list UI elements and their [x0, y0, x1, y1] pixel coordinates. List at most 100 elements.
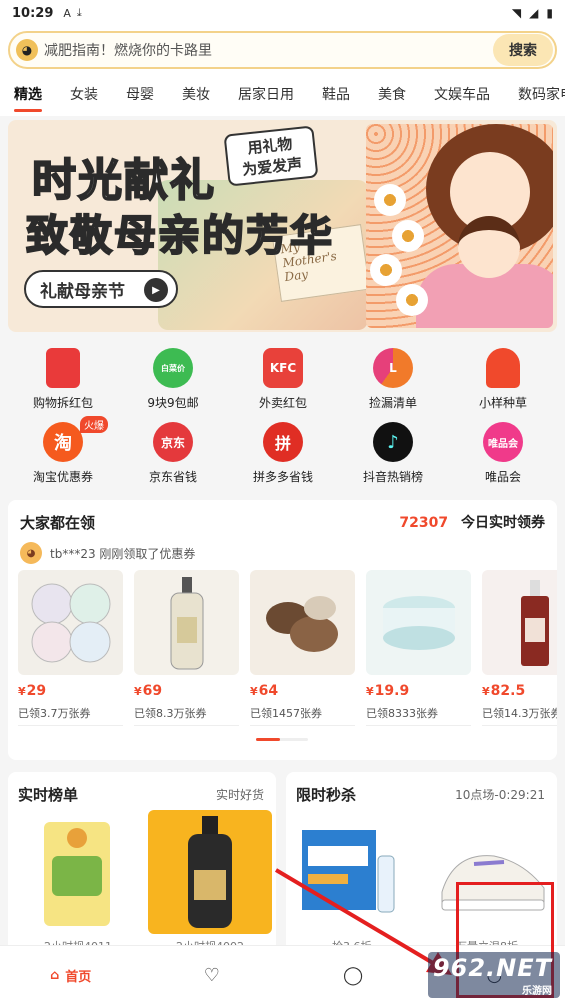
tab-digital[interactable]: 数码家电 — [504, 74, 565, 116]
flash-sale-countdown: 10点场-0:29:21 — [455, 788, 545, 802]
red-envelope-icon — [46, 348, 80, 388]
shortcut-9-9[interactable]: 白菜价 9块9包邮 — [118, 348, 228, 411]
product-price: ¥69 — [134, 683, 163, 699]
tab-women[interactable]: 女装 — [56, 74, 112, 116]
tab-entertainment[interactable]: 文娱车品 — [420, 74, 504, 116]
app-notification-icon: A — [63, 6, 71, 20]
play-icon: ▶ — [144, 278, 168, 302]
promo-banner[interactable]: My Mother's Day 时光献礼 致敬母亲的芳华 用礼物 为爱发声 礼献… — [8, 120, 557, 332]
heart-icon: ♡ — [203, 964, 220, 986]
shortcut-bargain[interactable]: L 捡漏清单 — [338, 348, 448, 411]
carousel-scroll-indicator — [256, 738, 308, 741]
coupon-count-label: 今日实时领券 — [461, 515, 545, 531]
jd-icon: 京东 — [153, 422, 193, 462]
product-carousel: ¥29 已领3.7万张券 ¥69 已领8.3万张券 ¥64 已领1457张券 ¥… — [18, 570, 557, 726]
tab-beauty[interactable]: 美妆 — [168, 74, 224, 116]
product-claimed: 已领8333张券 — [366, 705, 471, 726]
wifi-icon: ◥ — [511, 6, 522, 20]
search-input[interactable]: ◕ 减肥指南！燃烧你的卡路里 搜索 — [8, 31, 557, 69]
product-card[interactable]: ¥19.9 已领8333张券 — [366, 570, 471, 726]
product-image — [366, 570, 471, 675]
product-claimed: 已领8.3万张券 — [134, 705, 239, 726]
pdd-icon: 拼 — [263, 422, 303, 462]
tab-shoes[interactable]: 鞋品 — [308, 74, 364, 116]
home-icon: ⌂ — [49, 967, 60, 983]
shortcut-label: 捡漏清单 — [368, 396, 417, 410]
product-claimed: 已领1457张券 — [250, 705, 355, 726]
search-button[interactable]: 搜索 — [493, 34, 553, 66]
banner-tag: 用礼物 为爱发声 — [223, 125, 319, 187]
shortcut-label: 京东省钱 — [148, 470, 197, 484]
coupon-count: 72307 今日实时领券 — [399, 512, 545, 532]
product-price: ¥64 — [250, 683, 279, 699]
tab-food[interactable]: 美食 — [364, 74, 420, 116]
product-card[interactable]: ¥82.5 已领14.3万张券 — [482, 570, 557, 726]
shortcut-label: 购物拆红包 — [32, 396, 93, 410]
mushroom-icon — [486, 348, 520, 388]
shortcut-red-envelope[interactable]: 购物拆红包 — [8, 348, 118, 411]
coupon-section: 大家都在领 72307 今日实时领券 ◕ tb***23 刚刚领取了优惠券 ¥2… — [8, 500, 557, 760]
product-price: ¥29 — [18, 683, 47, 699]
search-icon: ◯ — [343, 964, 364, 986]
product-card[interactable]: ¥64 已领1457张券 — [250, 570, 355, 726]
coupon-count-number: 72307 — [399, 515, 449, 531]
ranking-subtitle: 实时好货 — [215, 788, 264, 802]
product-image — [18, 570, 123, 675]
umbrella-icon: 白菜价 — [153, 348, 193, 388]
flash-sale-title: 限时秒杀 — [296, 786, 357, 804]
shortcut-vip[interactable]: 唯品会 唯品会 — [448, 422, 558, 485]
product-price: ¥19.9 — [366, 683, 410, 699]
banner-cta-button[interactable]: 礼献母亲节 ▶ — [24, 270, 178, 308]
ranking-title: 实时榜单 — [18, 786, 79, 804]
taobao-icon: 淘 — [43, 422, 83, 462]
tab-featured[interactable]: 精选 — [0, 74, 56, 116]
product-image — [134, 570, 239, 675]
watermark-subtext: 乐游网 — [522, 985, 552, 997]
coupon-section-title: 大家都在领 — [20, 514, 96, 532]
product-card[interactable]: ¥29 已领3.7万张券 — [18, 570, 123, 726]
ticker-text: tb***23 刚刚领取了优惠券 — [50, 546, 196, 561]
ranking-product-image — [22, 816, 132, 932]
banner-subtitle: 致敬母亲的芳华 — [25, 210, 335, 261]
tab-home[interactable]: 居家日用 — [224, 74, 308, 116]
hot-badge: 火爆 — [80, 416, 108, 433]
product-image — [482, 570, 557, 675]
shortcut-takeout[interactable]: KFC 外卖红包 — [228, 348, 338, 411]
shortcut-taobao[interactable]: 火爆 淘 淘宝优惠券 — [8, 416, 118, 485]
nav-favorites[interactable]: ♡ — [141, 965, 282, 986]
product-image — [250, 570, 355, 675]
shortcut-label: 抖音热销榜 — [362, 470, 423, 484]
douyin-icon: ♪ — [373, 422, 413, 462]
signal-icon: ◢ — [529, 6, 539, 20]
status-bar: 10:29 A ⤓ ◥ ◢ ▮ — [0, 0, 565, 26]
search-bar: ◕ 减肥指南！燃烧你的卡路里 搜索 — [0, 26, 565, 74]
status-time: 10:29 — [12, 5, 54, 21]
kfc-icon: KFC — [263, 348, 303, 388]
site-watermark: 962.NET 乐游网 — [428, 952, 560, 998]
mother-child-illustration — [366, 124, 553, 328]
nav-discover[interactable]: ◯ — [283, 965, 424, 986]
product-card[interactable]: ¥69 已领8.3万张券 — [134, 570, 239, 726]
shortcut-grid: 购物拆红包 白菜价 9块9包邮 KFC 外卖红包 L 捡漏清单 小样种草 火爆 … — [8, 340, 557, 492]
shortcut-jd[interactable]: 京东 京东省钱 — [118, 422, 228, 485]
download-icon: ⤓ — [76, 6, 82, 19]
shortcut-douyin[interactable]: ♪ 抖音热销榜 — [338, 422, 448, 485]
shortcut-pdd[interactable]: 拼 拼多多省钱 — [228, 422, 338, 485]
product-claimed: 已领3.7万张券 — [18, 705, 123, 726]
vip-icon: 唯品会 — [483, 422, 523, 462]
tab-baby[interactable]: 母婴 — [112, 74, 168, 116]
nav-home[interactable]: ⌂ 首页 — [0, 966, 141, 985]
search-placeholder: 减肥指南！燃烧你的卡路里 — [44, 43, 212, 59]
pie-icon: L — [373, 348, 413, 388]
shortcut-label: 9块9包邮 — [147, 396, 199, 410]
nav-home-label: 首页 — [65, 969, 92, 985]
shortcut-label: 淘宝优惠券 — [32, 470, 93, 484]
ranking-card[interactable]: 实时榜单 实时好货 2小时规4011 2小时规4002 — [8, 772, 276, 952]
banner-title: 时光献礼 — [31, 154, 216, 207]
shortcut-label: 唯品会 — [484, 470, 521, 484]
mascot-icon: ◕ — [16, 39, 38, 61]
ranking-product-image — [148, 810, 272, 934]
shortcut-samples[interactable]: 小样种草 — [448, 348, 558, 411]
shortcut-label: 外卖红包 — [258, 396, 307, 410]
shortcut-label: 小样种草 — [478, 396, 527, 410]
